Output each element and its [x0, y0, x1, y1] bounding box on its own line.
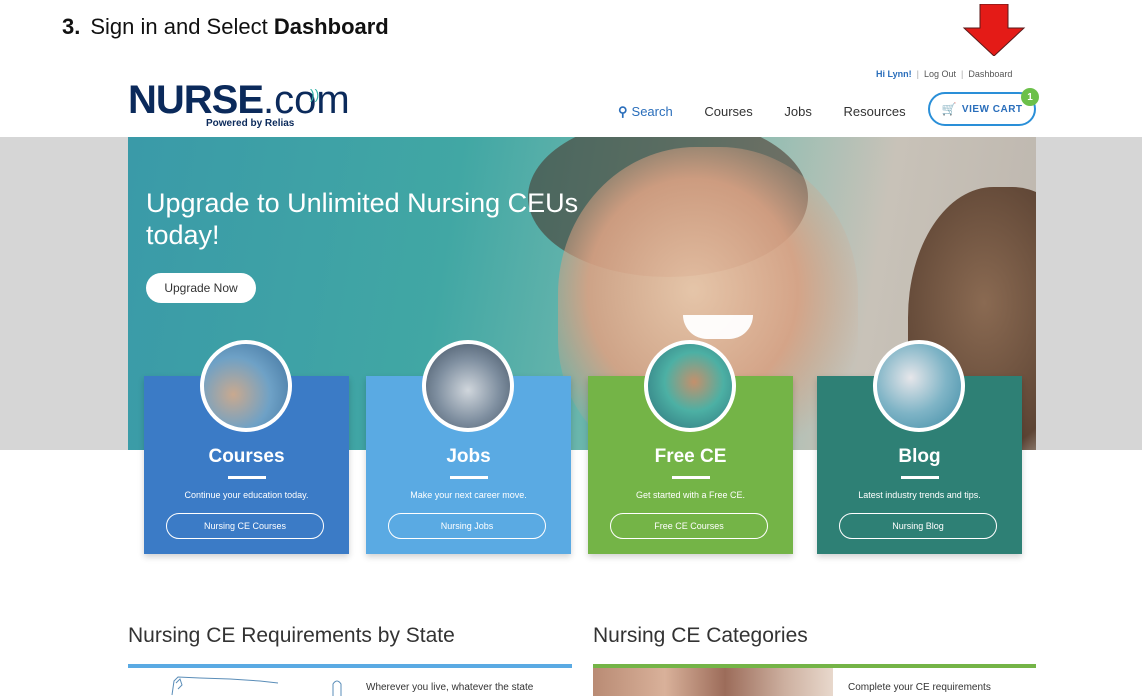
ce-categories-title: Nursing CE Categories [593, 624, 808, 647]
dashboard-link[interactable]: Dashboard [968, 69, 1012, 79]
cart-icon: 🛒 [941, 102, 957, 116]
logout-link[interactable]: Log Out [924, 69, 956, 79]
nursing-blog-button[interactable]: Nursing Blog [839, 513, 997, 539]
card-title: Free CE [654, 446, 727, 467]
site-logo[interactable]: NURSE.com )) Powered by Relias [128, 78, 350, 130]
link-separator: | [916, 69, 920, 79]
signal-waves-icon: )) [310, 86, 320, 102]
nav-search-label: Search [631, 104, 673, 119]
free-ce-photo [644, 340, 736, 432]
account-links: Hi Lynn! | Log Out | Dashboard [876, 69, 1012, 79]
search-icon: ⚲ [618, 104, 628, 119]
red-down-arrow-icon [962, 4, 1026, 56]
instruction-step: 3. Sign in and Select Dashboard [62, 14, 389, 40]
nav-courses[interactable]: Courses [704, 104, 752, 119]
card-divider [228, 476, 266, 479]
hero-title: Upgrade to Unlimited Nursing CEUs today! [146, 188, 579, 250]
upgrade-now-button[interactable]: Upgrade Now [146, 273, 256, 303]
card-divider [450, 476, 488, 479]
categories-section-text: Complete your CE requirements [848, 682, 991, 693]
nursing-jobs-button[interactable]: Nursing Jobs [388, 513, 546, 539]
blog-photo [873, 340, 965, 432]
nav-search[interactable]: ⚲ Search [618, 104, 673, 120]
main-nav: ⚲ Search Courses Jobs Resources [618, 104, 934, 120]
card-description: Continue your education today. [184, 490, 309, 500]
card-description: Make your next career move. [410, 490, 527, 500]
cart-count-badge: 1 [1021, 88, 1039, 106]
nav-jobs[interactable]: Jobs [784, 104, 811, 119]
card-divider [901, 476, 939, 479]
step-bold-text: Dashboard [273, 14, 389, 39]
jobs-photo [422, 340, 514, 432]
card-title: Courses [208, 446, 285, 467]
nursing-ce-courses-button[interactable]: Nursing CE Courses [166, 513, 324, 539]
us-map-icon [171, 676, 279, 696]
link-separator: | [961, 69, 964, 79]
map-pin-icon [332, 680, 342, 696]
card-description: Latest industry trends and tips. [858, 490, 981, 500]
cart-label: VIEW CART [961, 103, 1023, 115]
card-description: Get started with a Free CE. [635, 490, 746, 500]
logo-main: NURSE [128, 78, 264, 122]
state-requirements-title: Nursing CE Requirements by State [128, 624, 455, 647]
state-section-text: Wherever you live, whatever the state [366, 682, 534, 693]
greeting-link[interactable]: Hi Lynn! [876, 69, 912, 79]
card-divider [672, 476, 710, 479]
view-cart-button[interactable]: 🛒 VIEW CART [928, 92, 1036, 126]
courses-photo [200, 340, 292, 432]
logo-suffix: .com [263, 78, 350, 122]
logo-tagline: Powered by Relias [206, 118, 295, 129]
card-title: Blog [898, 446, 941, 467]
nav-resources[interactable]: Resources [844, 104, 906, 119]
categories-photo [593, 668, 833, 696]
card-title: Jobs [446, 446, 491, 467]
step-text: Sign in and Select [90, 14, 274, 39]
state-section-rule [128, 664, 572, 668]
free-ce-courses-button[interactable]: Free CE Courses [610, 513, 768, 539]
step-number: 3. [62, 14, 81, 39]
